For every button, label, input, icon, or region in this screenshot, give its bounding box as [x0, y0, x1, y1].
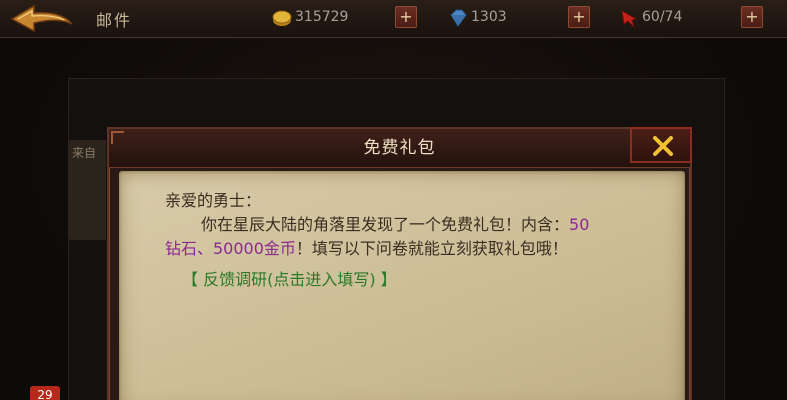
stamina-counter: 60/74 +	[618, 6, 766, 30]
dialog-title: 免费礼包	[363, 138, 436, 158]
gem-icon	[450, 9, 467, 27]
count-badge: 29	[30, 386, 60, 400]
page-title: 邮件	[96, 11, 133, 30]
message-line-2: 钻石、50000金币！填写以下问卷就能立刻获取礼包哦！	[165, 237, 635, 261]
mail-from-label: 来自	[72, 146, 97, 160]
back-button[interactable]	[6, 2, 76, 36]
back-arrow-icon	[10, 4, 73, 33]
game-screen: 邮件 315729 + 1303 + 60/74 + 来自 29 免费礼包 亲爱…	[0, 0, 787, 400]
message-line-2-text: ！填写以下问卷就能立刻获取礼包哦！	[295, 239, 568, 258]
top-bar: 邮件 315729 + 1303 + 60/74 +	[0, 0, 787, 38]
reward-gem-count: 50	[569, 215, 590, 234]
gem-counter: 1303 +	[447, 6, 592, 30]
reward-text: 钻石、50000金币	[165, 239, 296, 258]
message-greeting: 亲爱的勇士：	[165, 191, 262, 210]
gold-counter: 315729 +	[271, 6, 421, 30]
gem-value: 1303	[471, 9, 507, 25]
close-button[interactable]	[630, 127, 692, 163]
add-gold-button[interactable]: +	[395, 6, 417, 28]
gift-dialog: 免费礼包 亲爱的勇士： 你在星辰大陆的角落里发现了一个免费礼包！内含：50 钻石…	[107, 127, 692, 400]
gold-coin-icon	[272, 10, 292, 26]
message-line-1-text: 你在星辰大陆的角落里发现了一个免费礼包！内含：	[201, 215, 570, 234]
stamina-value: 60/74	[642, 9, 683, 25]
message-line-1: 你在星辰大陆的角落里发现了一个免费礼包！内含：50	[201, 213, 671, 237]
gold-value: 315729	[295, 9, 349, 25]
stamina-icon	[621, 10, 638, 29]
close-icon	[653, 136, 673, 156]
survey-link[interactable]: 【 反馈调研(点击进入填写) 】	[182, 269, 397, 291]
add-gem-button[interactable]: +	[568, 6, 590, 28]
add-stamina-button[interactable]: +	[741, 6, 763, 28]
